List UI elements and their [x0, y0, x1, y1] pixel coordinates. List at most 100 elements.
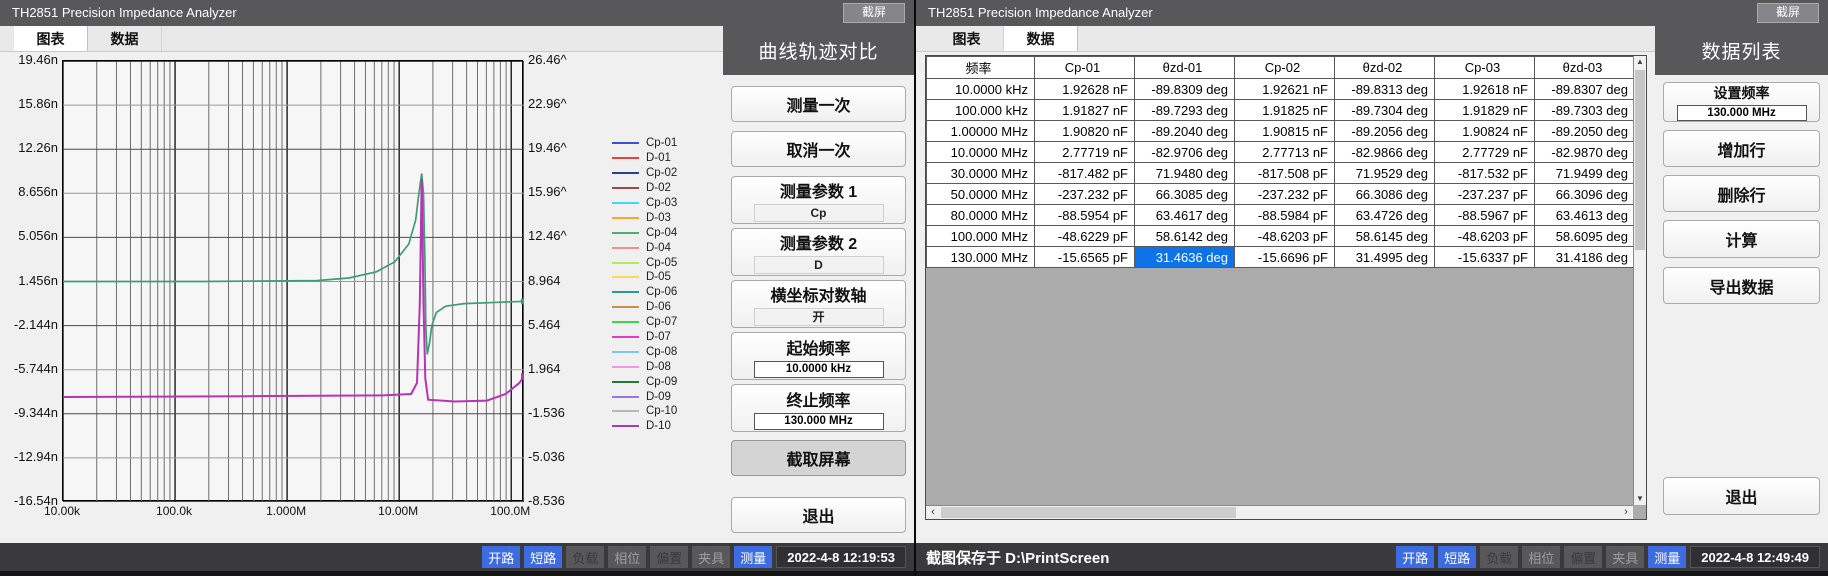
table-cell[interactable]: -88.5967 pF — [1435, 205, 1535, 226]
table-cell[interactable]: 63.4613 deg — [1535, 205, 1635, 226]
status-button-6[interactable]: 夹具 — [692, 546, 730, 568]
measure-once-button[interactable]: 测量一次 — [731, 86, 906, 122]
table-cell[interactable]: -82.9706 deg — [1135, 142, 1235, 163]
table-cell[interactable]: 1.90820 nF — [1035, 121, 1135, 142]
set-frequency-button[interactable]: 设置频率 — [1663, 82, 1820, 122]
status-button-3[interactable]: 负载 — [1480, 546, 1518, 568]
table-vertical-scrollbar[interactable]: ▲ ▼ — [1633, 56, 1646, 505]
table-cell[interactable]: 30.0000 MHz — [927, 163, 1035, 184]
table-cell[interactable]: -82.9870 deg — [1535, 142, 1635, 163]
table-cell[interactable]: -89.8307 deg — [1535, 79, 1635, 100]
scroll-up-icon[interactable]: ▲ — [1634, 56, 1646, 68]
scroll-down-icon[interactable]: ▼ — [1634, 493, 1646, 505]
table-cell[interactable]: 1.90824 nF — [1435, 121, 1535, 142]
table-cell[interactable]: -15.6337 pF — [1435, 247, 1535, 268]
table-cell[interactable]: -48.6229 pF — [1035, 226, 1135, 247]
table-cell[interactable]: 58.6145 deg — [1335, 226, 1435, 247]
right-exit-button[interactable]: 退出 — [1663, 477, 1820, 515]
table-cell[interactable]: 1.90815 nF — [1235, 121, 1335, 142]
table-cell[interactable]: 1.00000 MHz — [927, 121, 1035, 142]
measure-param2-button[interactable]: 测量参数 2 D — [731, 228, 906, 276]
table-cell[interactable]: 50.0000 MHz — [927, 184, 1035, 205]
capture-screen-button[interactable]: 截取屏幕 — [731, 440, 906, 476]
left-tab-data[interactable]: 数据 — [88, 26, 162, 51]
table-cell[interactable]: -817.482 pF — [1035, 163, 1135, 184]
table-cell[interactable]: 71.9529 deg — [1335, 163, 1435, 184]
calculate-button[interactable]: 计算 — [1663, 220, 1820, 258]
table-cell[interactable]: -48.6203 pF — [1235, 226, 1335, 247]
table-cell[interactable]: -89.2040 deg — [1135, 121, 1235, 142]
left-tab-chart[interactable]: 图表 — [14, 26, 88, 51]
table-cell[interactable]: -48.6203 pF — [1435, 226, 1535, 247]
export-data-button[interactable]: 导出数据 — [1663, 267, 1820, 304]
table-cell[interactable]: 31.4636 deg — [1135, 247, 1235, 268]
table-cell[interactable]: -89.7293 deg — [1135, 100, 1235, 121]
table-cell[interactable]: 100.000 kHz — [927, 100, 1035, 121]
set-frequency-input[interactable] — [1677, 105, 1807, 121]
table-cell[interactable]: 2.77719 nF — [1035, 142, 1135, 163]
table-cell[interactable]: 2.77729 nF — [1435, 142, 1535, 163]
scroll-right-icon[interactable]: › — [1619, 506, 1633, 519]
cancel-once-button[interactable]: 取消一次 — [731, 131, 906, 167]
table-cell[interactable]: -89.7303 deg — [1535, 100, 1635, 121]
start-frequency-input[interactable] — [754, 361, 884, 378]
measure-param1-button[interactable]: 测量参数 1 Cp — [731, 176, 906, 224]
table-cell[interactable]: -237.232 pF — [1235, 184, 1335, 205]
table-cell[interactable]: -237.232 pF — [1035, 184, 1135, 205]
status-button-4[interactable]: 相位 — [1522, 546, 1560, 568]
table-cell[interactable]: 80.0000 MHz — [927, 205, 1035, 226]
table-cell[interactable]: 1.92618 nF — [1435, 79, 1535, 100]
horizontal-scroll-thumb[interactable] — [941, 507, 1236, 518]
table-cell[interactable]: 10.0000 kHz — [927, 79, 1035, 100]
table-cell[interactable]: -88.5954 pF — [1035, 205, 1135, 226]
table-cell[interactable]: 66.3085 deg — [1135, 184, 1235, 205]
table-cell[interactable]: -88.5984 pF — [1235, 205, 1335, 226]
table-cell[interactable]: 66.3096 deg — [1535, 184, 1635, 205]
table-cell[interactable]: 1.91825 nF — [1235, 100, 1335, 121]
table-cell[interactable]: -89.8313 deg — [1335, 79, 1435, 100]
status-button-6[interactable]: 夹具 — [1606, 546, 1644, 568]
table-cell[interactable]: 71.9480 deg — [1135, 163, 1235, 184]
right-screenshot-button[interactable]: 截屏 — [1757, 3, 1819, 23]
right-tab-data[interactable]: 数据 — [1004, 26, 1078, 51]
status-button-7[interactable]: 测量 — [1648, 546, 1686, 568]
table-cell[interactable]: 100.000 MHz — [927, 226, 1035, 247]
table-cell[interactable]: 1.92621 nF — [1235, 79, 1335, 100]
status-button-7[interactable]: 测量 — [734, 546, 772, 568]
start-frequency-button[interactable]: 起始频率 — [731, 332, 906, 380]
stop-frequency-button[interactable]: 终止频率 — [731, 384, 906, 432]
scroll-left-icon[interactable]: ‹ — [926, 506, 940, 519]
table-cell[interactable]: -89.7304 deg — [1335, 100, 1435, 121]
table-cell[interactable]: -817.532 pF — [1435, 163, 1535, 184]
table-cell[interactable]: 1.92628 nF — [1035, 79, 1135, 100]
table-cell[interactable]: -89.2056 deg — [1335, 121, 1435, 142]
table-cell[interactable]: -237.237 pF — [1435, 184, 1535, 205]
table-cell[interactable]: -15.6565 pF — [1035, 247, 1135, 268]
table-cell[interactable]: 58.6142 deg — [1135, 226, 1235, 247]
left-screenshot-button[interactable]: 截屏 — [843, 3, 905, 23]
status-button-1[interactable]: 开路 — [1396, 546, 1434, 568]
table-cell[interactable]: -89.8309 deg — [1135, 79, 1235, 100]
stop-frequency-input[interactable] — [754, 413, 884, 430]
log-axis-toggle-button[interactable]: 横坐标对数轴 开 — [731, 280, 906, 328]
delete-row-button[interactable]: 删除行 — [1663, 175, 1820, 212]
table-cell[interactable]: -817.508 pF — [1235, 163, 1335, 184]
status-button-4[interactable]: 相位 — [608, 546, 646, 568]
table-cell[interactable]: 130.000 MHz — [927, 247, 1035, 268]
table-cell[interactable]: 63.4726 deg — [1335, 205, 1435, 226]
status-button-5[interactable]: 偏置 — [1564, 546, 1602, 568]
status-button-2[interactable]: 短路 — [1438, 546, 1476, 568]
status-button-5[interactable]: 偏置 — [650, 546, 688, 568]
table-cell[interactable]: 31.4186 deg — [1535, 247, 1635, 268]
vertical-scroll-thumb[interactable] — [1635, 70, 1645, 250]
table-cell[interactable]: 31.4995 deg — [1335, 247, 1435, 268]
table-cell[interactable]: -15.6696 pF — [1235, 247, 1335, 268]
status-button-2[interactable]: 短路 — [524, 546, 562, 568]
table-cell[interactable]: 1.91829 nF — [1435, 100, 1535, 121]
table-cell[interactable]: 71.9499 deg — [1535, 163, 1635, 184]
table-cell[interactable]: 63.4617 deg — [1135, 205, 1235, 226]
table-cell[interactable]: 58.6095 deg — [1535, 226, 1635, 247]
status-button-1[interactable]: 开路 — [482, 546, 520, 568]
table-cell[interactable]: 1.91827 nF — [1035, 100, 1135, 121]
table-cell[interactable]: -89.2050 deg — [1535, 121, 1635, 142]
